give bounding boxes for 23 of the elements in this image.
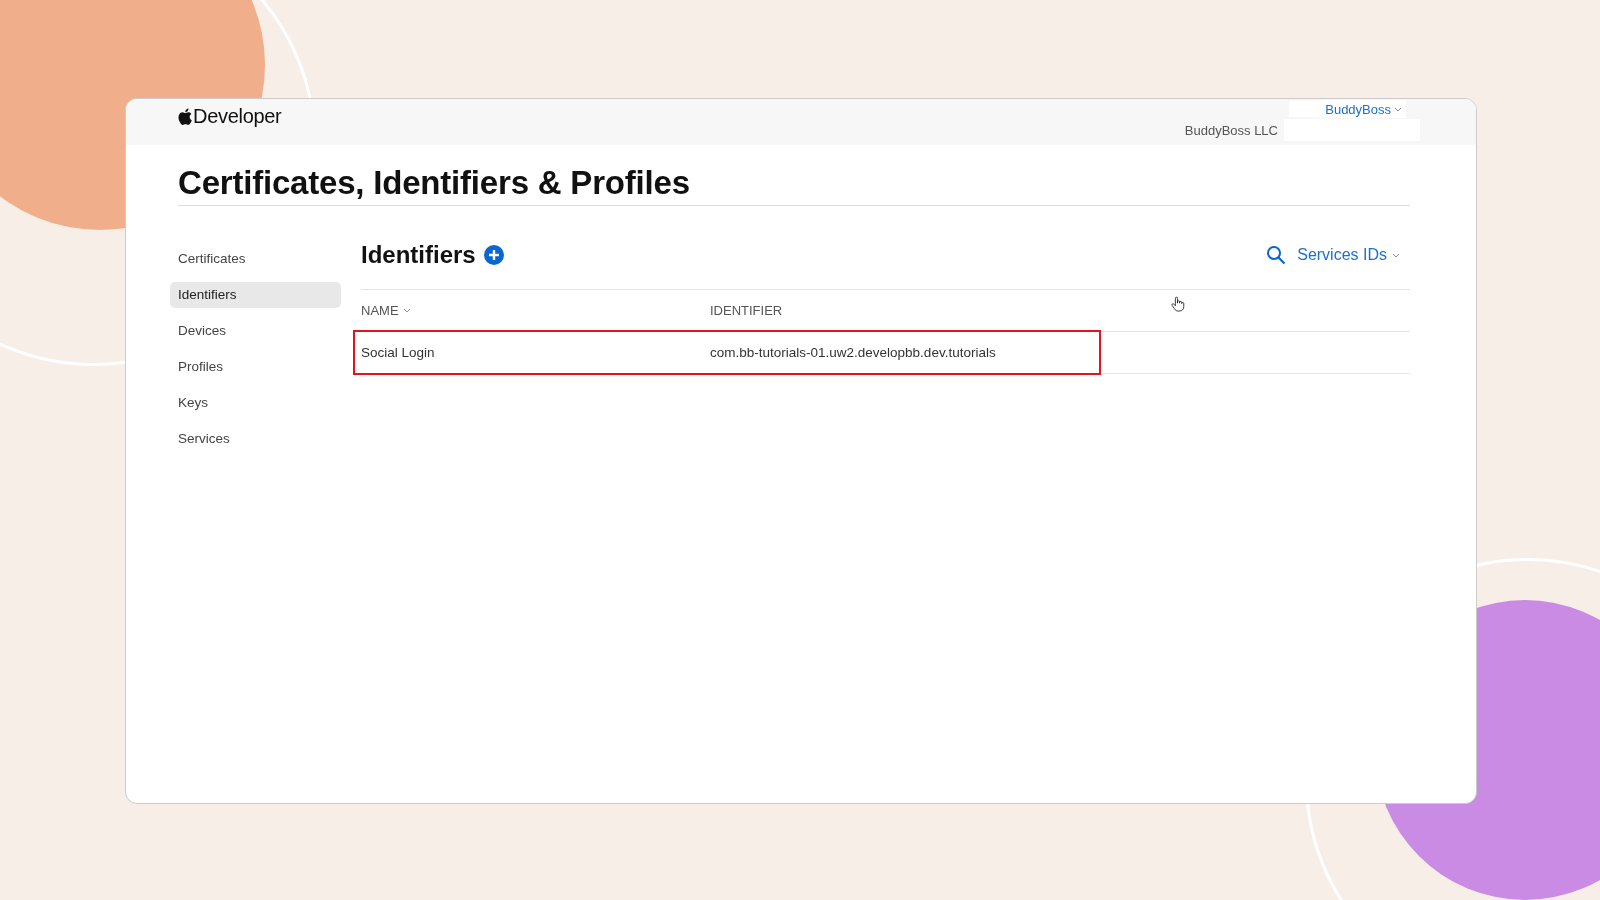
chevron-icon [1394, 107, 1402, 112]
apple-logo-icon [178, 107, 192, 125]
section-title: Identifiers [361, 241, 476, 269]
filter-dropdown[interactable]: Services IDs [1297, 246, 1400, 264]
sidebar-item[interactable]: Profiles [170, 354, 341, 380]
table-cell: com.bb-tutorials-01.uw2.developbb.dev.tutorials [710, 345, 996, 360]
column-header[interactable]: NAME [361, 303, 399, 318]
account-menu[interactable]: BuddyBoss [1325, 100, 1406, 118]
table-cell: Social Login [361, 345, 435, 360]
team-name: BuddyBoss LLC [1184, 122, 1278, 138]
sidebar-item[interactable]: Services [170, 426, 341, 452]
add-icon[interactable] [483, 245, 504, 265]
logo-text: Developer [193, 104, 282, 128]
sidebar-item[interactable]: Keys [170, 390, 341, 416]
sidebar-item[interactable]: Devices [170, 318, 341, 344]
sidebar-item[interactable]: Certificates [170, 246, 341, 272]
chevron-icon [1392, 252, 1400, 258]
page-title: Certificates, Identifiers & Profiles [178, 164, 1410, 206]
hand-cursor-icon [1171, 296, 1185, 312]
search-icon[interactable] [1266, 245, 1287, 265]
sidebar-item[interactable]: Identifiers [170, 282, 341, 308]
sort-chevron-icon[interactable] [402, 308, 411, 313]
column-header: IDENTIFIER [710, 303, 783, 318]
